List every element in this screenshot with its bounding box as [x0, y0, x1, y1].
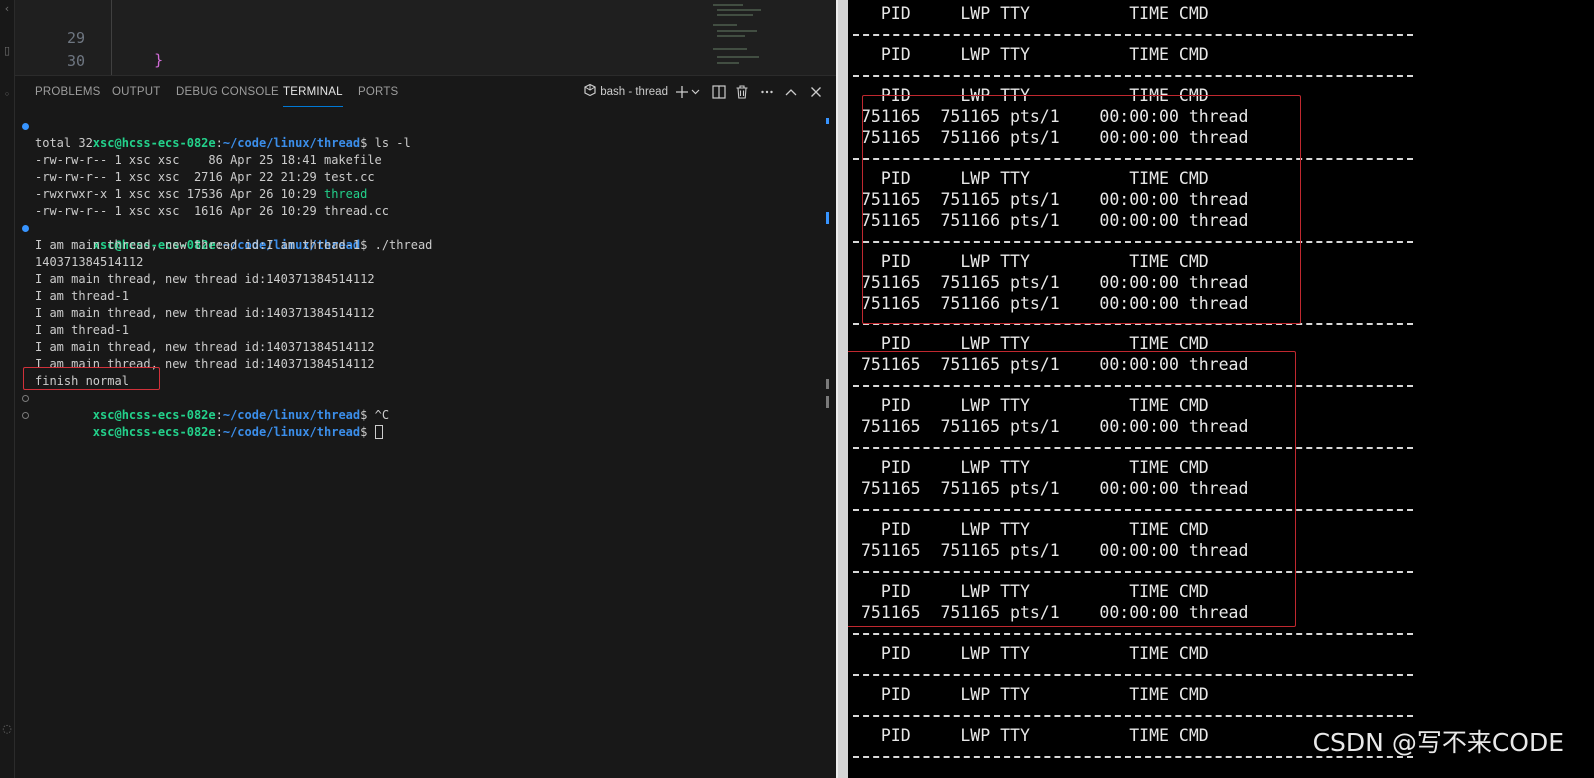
terminal-view[interactable]: xsc@hcss-ecs-082e:~/code/linux/thread$ l… — [15, 118, 825, 768]
tab-terminal[interactable]: TERMINAL — [283, 86, 343, 107]
scrollbar-marker — [826, 212, 829, 224]
ps-header-row: PID LWP TTY TIME CMD — [861, 726, 1209, 745]
terminal-output-line: -rw-rw-r-- 1 xsc xsc 86 Apr 25 18:41 mak… — [35, 153, 382, 167]
kill-terminal-button[interactable] — [735, 82, 749, 102]
command-decoration-icon[interactable] — [22, 225, 29, 232]
scrollbar-marker — [826, 118, 829, 124]
terminal-output-line: -rw-rw-r-- 1 xsc xsc 1616 Apr 26 10:29 t… — [35, 204, 390, 218]
separator-line — [853, 633, 1413, 635]
terminal-output-line: I am main thread, new thread id:I am thr… — [35, 238, 361, 252]
code-line: 30 — [15, 28, 775, 70]
ps-header-row: PID LWP TTY TIME CMD — [861, 45, 1209, 64]
split-terminal-button[interactable] — [712, 82, 726, 102]
plus-chevron-icon — [676, 86, 700, 98]
activity-bar: ‹ ▯ ◦ ◌ — [0, 0, 15, 778]
scrollbar-marker — [826, 379, 829, 389]
code-line: 31 void* ret = nullptr; — [15, 51, 775, 73]
command-decoration-icon[interactable] — [22, 412, 29, 419]
terminal-output-line: 140371384514112 — [35, 255, 144, 269]
panel-tab-bar: PROBLEMS OUTPUT DEBUG CONSOLE TERMINAL P… — [15, 76, 845, 109]
terminal-bash-icon — [584, 83, 596, 97]
terminal-output-line: -rw-rw-r-- 1 xsc xsc 2716 Apr 22 21:29 t… — [35, 170, 375, 184]
executable-name: thread — [323, 187, 368, 201]
ps-header-row: PID LWP TTY TIME CMD — [861, 644, 1209, 663]
ps-output-terminal: PID LWP TTY TIME CMD PID LWP TTY TIME CM… — [848, 0, 1594, 778]
tab-debug-console[interactable]: DEBUG CONSOLE — [176, 86, 279, 98]
separator-line — [853, 674, 1413, 676]
new-terminal-button[interactable] — [676, 82, 702, 102]
terminal-output-line: I am main thread, new thread id:14037138… — [35, 272, 375, 286]
separator-line — [853, 75, 1413, 77]
separator-line — [853, 34, 1413, 36]
highlight-box — [862, 95, 1301, 324]
terminal-output-line: I am main thread, new thread id:14037138… — [35, 306, 375, 320]
terminal-output-line: -rwxrwxr-x 1 xsc xsc 17536 Apr 26 10:29 … — [35, 187, 368, 201]
command-decoration-icon[interactable] — [22, 395, 29, 402]
tab-ports[interactable]: PORTS — [358, 86, 398, 98]
chevron-icon[interactable]: ‹ — [1, 2, 13, 16]
window-divider — [836, 0, 848, 778]
terminal-prompt-line: xsc@hcss-ecs-082e:~/code/linux/thread$ — [22, 407, 383, 439]
highlight-box — [848, 351, 1296, 627]
code-editor[interactable]: 29 } 30 31 void* ret = nullptr; — [15, 0, 851, 75]
close-icon — [811, 87, 821, 97]
ellipsis-icon — [761, 90, 773, 94]
terminal-output-line: I am thread-1 — [35, 323, 129, 337]
scrollbar-marker — [826, 396, 829, 408]
terminal-output-line: total 32 — [35, 136, 93, 150]
separator-line — [853, 715, 1413, 717]
terminal-prompt-line: xsc@hcss-ecs-082e:~/code/linux/thread$ .… — [22, 220, 432, 252]
tab-problems[interactable]: PROBLEMS — [35, 86, 101, 98]
tab-output[interactable]: OUTPUT — [112, 86, 160, 98]
ps-header-row: PID LWP TTY TIME CMD — [861, 685, 1209, 704]
terminal-prompt-line: xsc@hcss-ecs-082e:~/code/linux/thread$ ^… — [22, 390, 389, 422]
highlight-box — [23, 367, 160, 390]
command-decoration-icon[interactable] — [22, 123, 29, 130]
minimap[interactable] — [711, 0, 771, 75]
terminal-instance-label: bash - thread — [600, 86, 668, 98]
text-cursor — [374, 425, 383, 439]
code-line: 29 } — [15, 5, 775, 69]
split-icon — [712, 85, 726, 99]
account-icon[interactable]: ◌ — [1, 722, 13, 736]
more-actions-button[interactable] — [760, 82, 774, 102]
terminal-output-line: I am thread-1 — [35, 289, 129, 303]
terminal-output-line: I am main thread, new thread id:14037138… — [35, 340, 375, 354]
trash-icon — [736, 85, 748, 99]
terminal-prompt-line: xsc@hcss-ecs-082e:~/code/linux/thread$ l… — [22, 118, 411, 150]
ps-header-row: PID LWP TTY TIME CMD — [861, 4, 1209, 23]
explorer-icon[interactable]: ▯ — [1, 44, 13, 58]
bottom-panel: PROBLEMS OUTPUT DEBUG CONSOLE TERMINAL P… — [15, 75, 845, 778]
maximize-panel-button[interactable] — [784, 82, 798, 102]
close-panel-button[interactable] — [809, 82, 823, 102]
source-control-icon[interactable]: ◦ — [1, 88, 13, 102]
chevron-up-icon — [785, 89, 797, 96]
vscode-window: ‹ ▯ ◦ ◌ 29 } 30 31 void* ret = nullptr; — [0, 0, 851, 778]
watermark: CSDN @写不来CODE — [1312, 728, 1564, 757]
terminal-instance-selector[interactable]: bash - thread — [583, 82, 668, 102]
